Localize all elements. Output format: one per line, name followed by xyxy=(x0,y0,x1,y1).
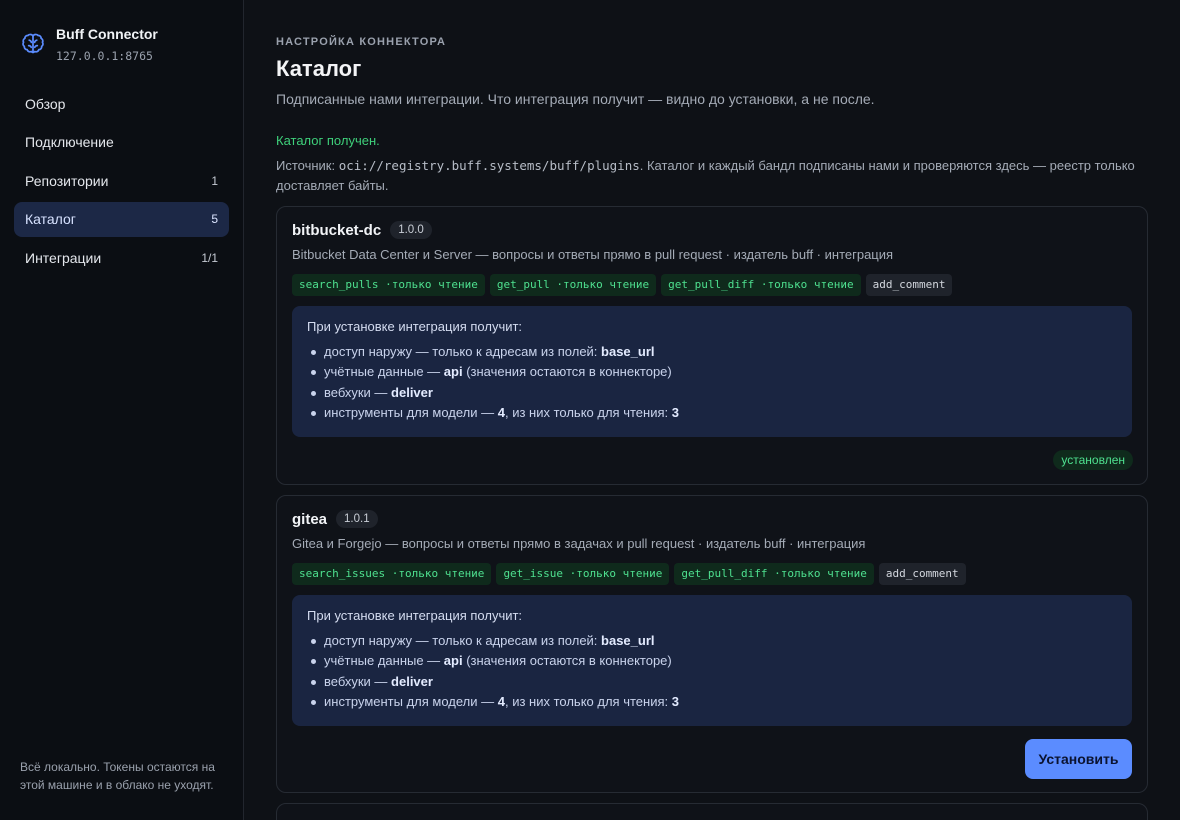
tool-chip: get_pull ·только чтение xyxy=(489,274,657,296)
sidebar-item-label: Подключение xyxy=(25,134,114,150)
plugin-name: gitea xyxy=(292,510,328,528)
plugin-card-gitea: gitea 1.0.1 Gitea и Forgejo — вопросы и … xyxy=(276,495,1148,793)
tool-chip: search_pulls ·только чтение xyxy=(292,274,485,296)
version-badge: 1.0.1 xyxy=(336,510,378,528)
tool-chip: get_pull_diff ·только чтение xyxy=(661,274,861,296)
permissions-title: При установке интеграция получит: xyxy=(307,608,523,623)
page-eyebrow: НАСТРОЙКА КОННЕКТОРА xyxy=(276,36,447,48)
source-url: oci://registry.buff.systems/buff/plugins xyxy=(338,158,640,173)
tool-chip: get_pull_diff ·только чтение xyxy=(674,563,874,585)
tool-chip: search_issues ·только чтение xyxy=(292,563,492,585)
sidebar-item-label: Интеграции xyxy=(25,249,102,266)
sidebar-item-label: Репозитории xyxy=(25,172,109,189)
permissions-title: При установке интеграция получит: xyxy=(307,319,523,334)
permission-webhooks: вебхуки — deliver xyxy=(307,672,1117,692)
catalog-status: Каталог получен. xyxy=(276,133,380,148)
app-address: 127.0.0.1:8765 xyxy=(56,49,153,63)
permission-tools: инструменты для модели — 4, из них тольк… xyxy=(307,403,1117,423)
permissions-list: доступ наружу — только к адресам из поле… xyxy=(307,631,1117,712)
installed-badge: установлен xyxy=(1053,450,1133,470)
version-badge: 1.0.0 xyxy=(390,221,432,239)
permissions-list: доступ наружу — только к адресам из поле… xyxy=(307,342,1117,423)
tool-chip: get_issue ·только чтение xyxy=(496,563,670,585)
brain-icon xyxy=(22,33,44,54)
sidebar-item-catalog[interactable]: Каталог 5 xyxy=(14,201,229,237)
sidebar: Buff Connector 127.0.0.1:8765 Обзор Подк… xyxy=(0,0,244,820)
sidebar-item-repositories[interactable]: Репозитории 1 xyxy=(14,163,229,198)
brand: Buff Connector 127.0.0.1:8765 xyxy=(20,26,158,63)
plugin-card-bitbucket-dc: bitbucket-dc 1.0.0 Bitbucket Data Center… xyxy=(276,206,1148,485)
page-title: Каталог xyxy=(276,56,362,81)
app-title: Buff Connector xyxy=(56,26,158,42)
tool-chip: add_comment xyxy=(865,274,953,296)
permission-webhooks: вебхуки — deliver xyxy=(307,383,1117,403)
permission-credentials: учётные данные — api (значения остаются … xyxy=(307,651,1117,671)
permissions-box: При установке интеграция получит: доступ… xyxy=(292,306,1132,437)
sidebar-footer-note: Всё локально. Токены остаются на этой ма… xyxy=(20,760,215,792)
sidebar-item-count: 5 xyxy=(211,212,218,226)
card-header: gitea 1.0.1 xyxy=(292,510,378,528)
source-prefix: Источник: xyxy=(276,158,339,173)
sidebar-item-count: 1 xyxy=(211,173,218,188)
plugin-description: Gitea и Forgejo — вопросы и ответы прямо… xyxy=(292,536,866,551)
plugin-description: Bitbucket Data Center и Server — вопросы… xyxy=(292,247,894,262)
plugin-card-next xyxy=(276,803,1148,820)
sidebar-item-label: Каталог xyxy=(25,211,76,227)
tool-list: search_issues ·только чтение get_issue ·… xyxy=(292,563,971,585)
permission-tools: инструменты для модели — 4, из них тольк… xyxy=(307,692,1117,712)
catalog-source: Источник: oci://registry.buff.systems/bu… xyxy=(276,156,1148,196)
plugin-name: bitbucket-dc xyxy=(292,221,382,239)
page-subtitle: Подписанные нами интеграции. Что интегра… xyxy=(276,91,875,107)
sidebar-item-connection[interactable]: Подключение xyxy=(14,125,229,160)
permission-credentials: учётные данные — api (значения остаются … xyxy=(307,362,1117,382)
card-header: bitbucket-dc 1.0.0 xyxy=(292,221,432,239)
permission-network: доступ наружу — только к адресам из поле… xyxy=(307,342,1117,362)
tool-list: search_pulls ·только чтение get_pull ·то… xyxy=(292,274,957,296)
tool-chip: add_comment xyxy=(878,563,966,585)
sidebar-item-count: 1/1 xyxy=(201,250,218,265)
sidebar-nav: Обзор Подключение Репозитории 1 Каталог … xyxy=(14,86,229,279)
sidebar-item-integrations[interactable]: Интеграции 1/1 xyxy=(14,240,229,275)
permission-network: доступ наружу — только к адресам из поле… xyxy=(307,631,1117,651)
permissions-box: При установке интеграция получит: доступ… xyxy=(292,595,1132,726)
sidebar-item-overview[interactable]: Обзор xyxy=(14,86,229,121)
install-button[interactable]: Установить xyxy=(1025,739,1132,779)
sidebar-item-label: Обзор xyxy=(25,95,66,112)
